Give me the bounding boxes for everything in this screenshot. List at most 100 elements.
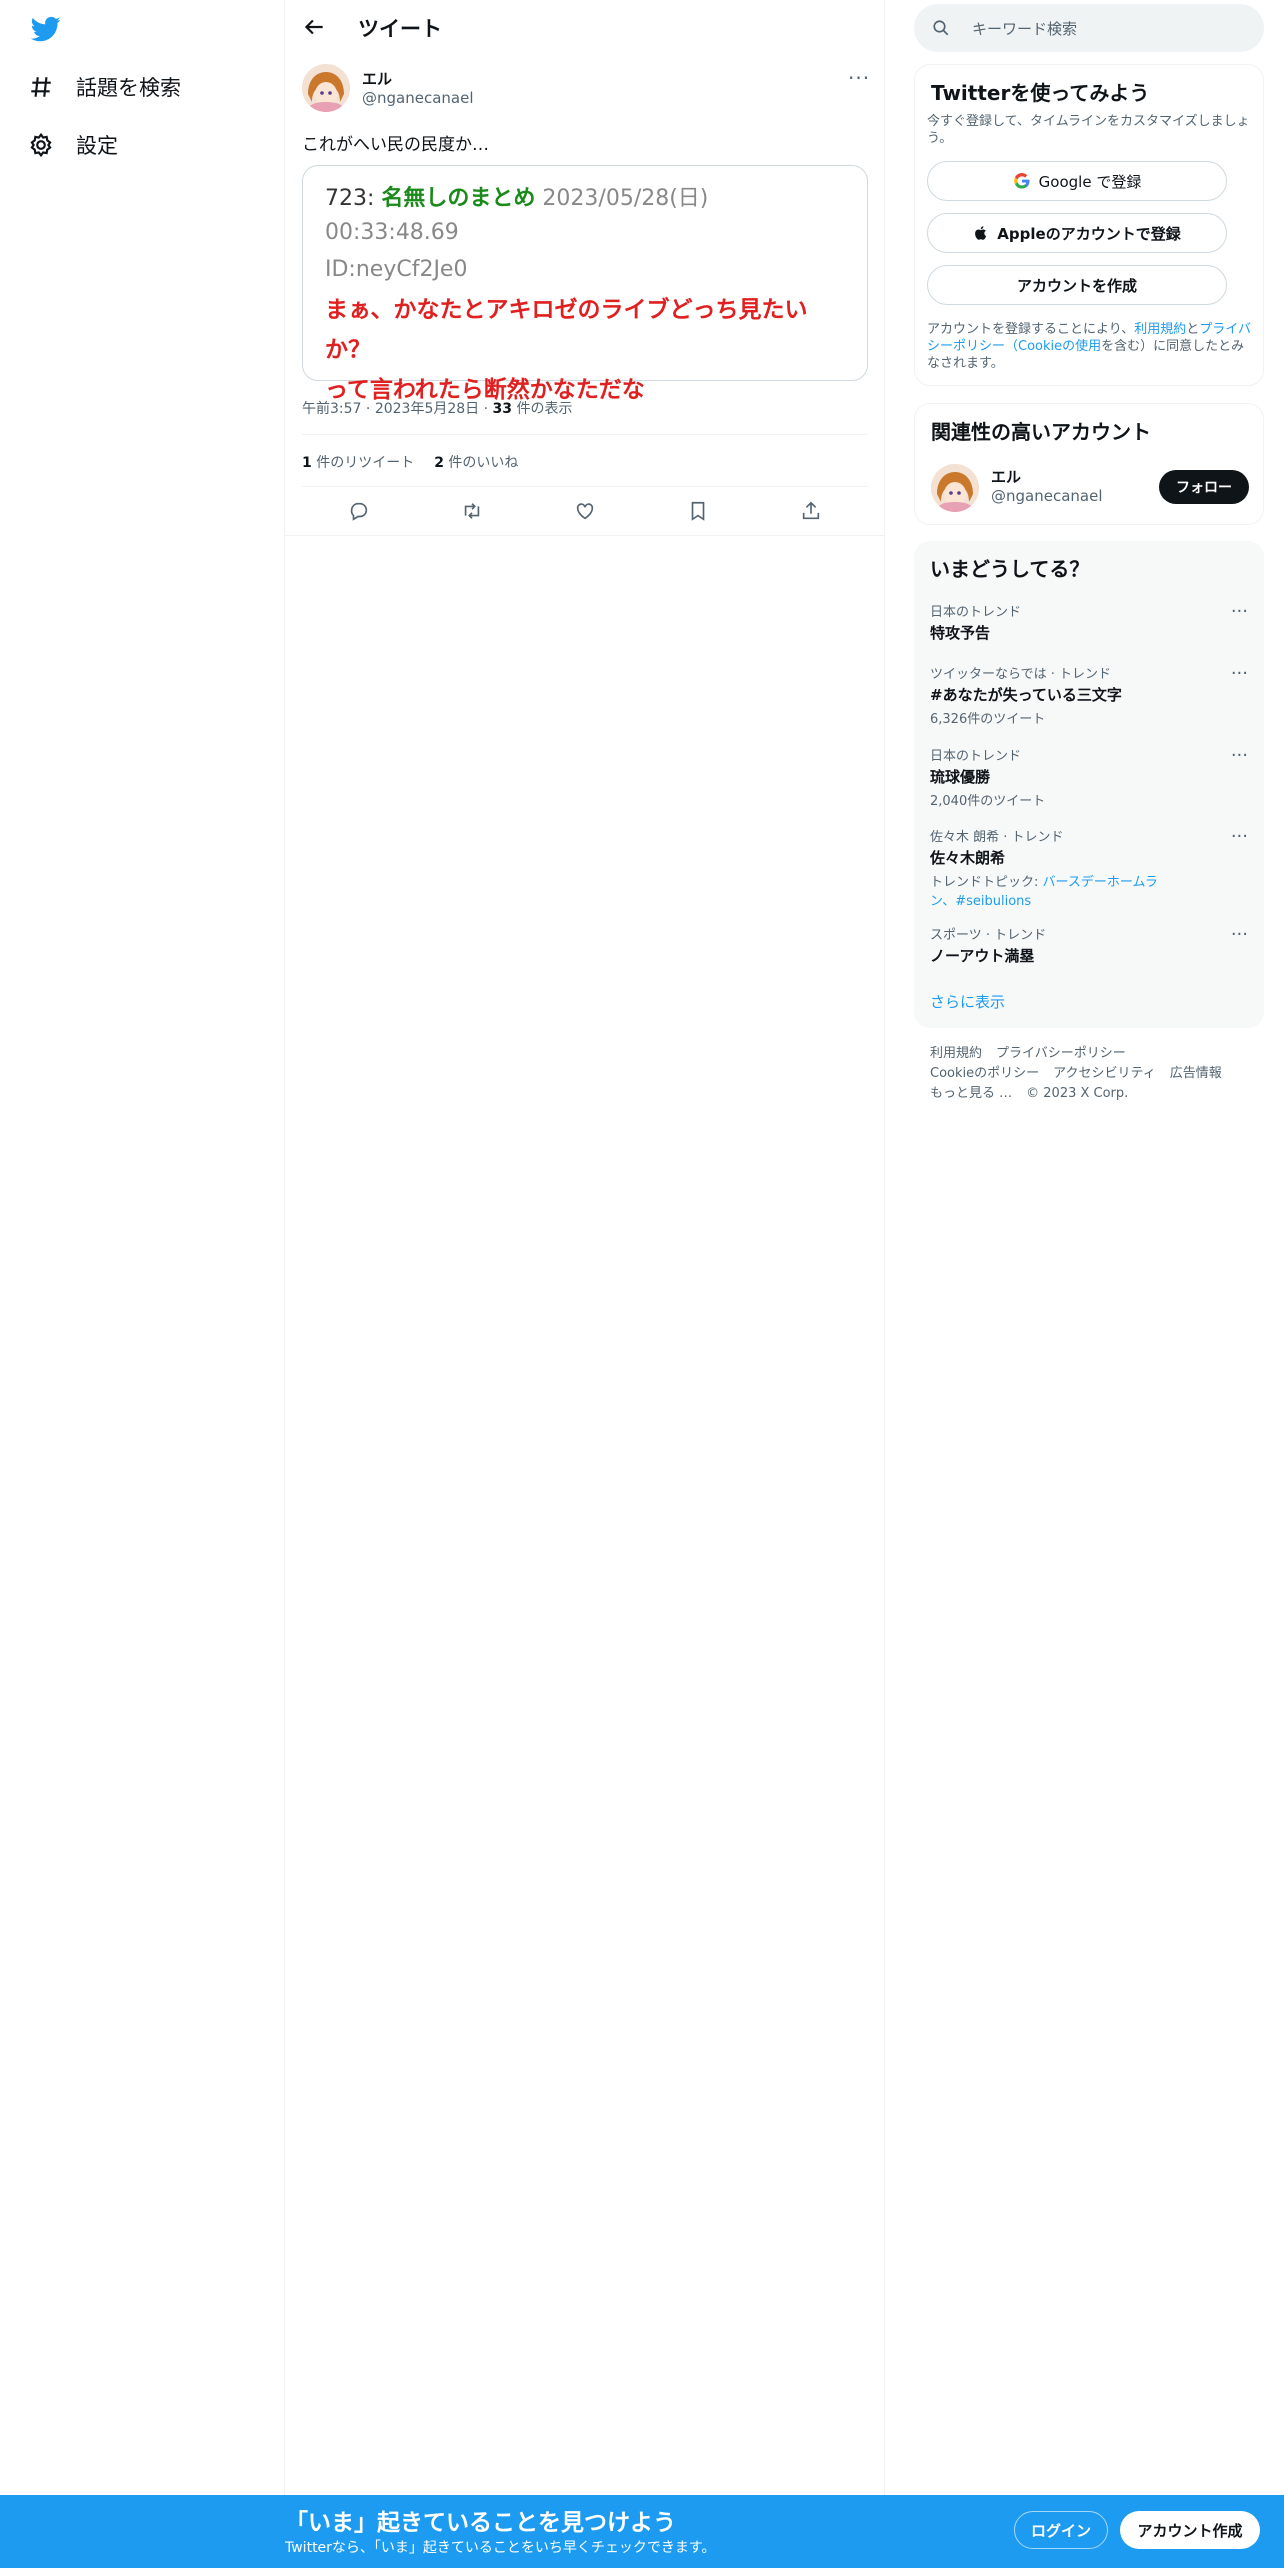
search-icon — [933, 20, 949, 36]
trends-title: いまどうしてる？ — [930, 557, 1090, 581]
trends-box: いまどうしてる？ 日本のトレンド 特攻予告 ··· ツイッターならでは · トレ… — [914, 541, 1264, 1028]
share-icon[interactable] — [800, 500, 822, 522]
terms-link[interactable]: 利用規約 — [1134, 322, 1186, 337]
signup-subtitle: 今すぐ登録して、タイムラインをカスタマイズしましょう。 — [927, 114, 1250, 146]
banner-subtitle: Twitterなら、「いま」起きていることをいち早くチェックできます。 — [285, 2540, 716, 2556]
main-column: ツイート エル @nganecanael ··· これがへい民の民度か… 723… — [285, 0, 885, 2568]
trend-topic: トレンドトピック: バースデーホームラン、#seibulions — [930, 871, 1170, 909]
retweets-stat[interactable]: 1 件のリツイート — [302, 452, 414, 472]
apple-signup-label: Appleのアカウントで登録 — [997, 224, 1181, 243]
retweet-icon[interactable] — [461, 500, 483, 522]
footer-link[interactable]: 利用規約 — [930, 1046, 982, 1061]
author-handle[interactable]: @nganecanael — [362, 89, 474, 107]
cookie-link[interactable]: Cookieの使用 — [1018, 339, 1101, 354]
views-label: 件の表示 — [516, 401, 573, 417]
terms-and: と — [1186, 322, 1200, 337]
footer-links: 利用規約 プライバシーポリシー Cookieのポリシー アクセシビリティ 広告情報 も… — [930, 1044, 1260, 1104]
signup-button[interactable]: アカウント作成 — [1120, 2511, 1260, 2549]
footer-link[interactable]: Cookieのポリシー — [930, 1066, 1039, 1081]
follow-button[interactable]: フォロー — [1159, 470, 1249, 504]
google-signup-button[interactable]: Google で登録 — [927, 161, 1227, 201]
trend-context: 佐々木 朗希 · トレンド — [930, 830, 1064, 845]
terms-text: アカウントを登録することにより、利用規約とプライバシーポリシー（Cookieの使… — [927, 321, 1252, 372]
reply-icon[interactable] — [348, 500, 370, 522]
more-options-icon[interactable]: ··· — [1231, 663, 1248, 684]
trend-item[interactable]: スポーツ · トレンド ノーアウト満塁 ··· — [930, 924, 1248, 966]
trend-context: 日本のトレンド — [930, 749, 1022, 764]
related-title: 関連性の高いアカウント — [931, 420, 1151, 444]
page-title: ツイート — [358, 17, 442, 41]
related-handle[interactable]: @nganecanael — [991, 487, 1103, 505]
related-accounts-box: 関連性の高いアカウント エル @nganecanael フォロー — [914, 403, 1264, 525]
tweet-actions — [302, 500, 868, 524]
likes-stat[interactable]: 2 件のいいね — [434, 452, 518, 472]
trend-name: 佐々木朗希 — [930, 849, 1006, 867]
card-post-number: 723: — [325, 186, 375, 211]
avatar[interactable] — [302, 64, 350, 112]
card-header-line: 723: 名無しのまとめ 2023/05/28(日) 00:33:48.69 — [325, 182, 845, 250]
banner-title: 「いま」起きていることを見つけよう — [285, 2510, 676, 2536]
more-options-icon[interactable]: ··· — [1231, 826, 1248, 847]
trend-item[interactable]: ツイッターならでは · トレンド #あなたが失っている三文字 6,326件のツイ… — [930, 663, 1248, 727]
trend-item[interactable]: 日本のトレンド 琉球優勝 2,040件のツイート ··· — [930, 745, 1248, 809]
google-icon — [1013, 173, 1030, 189]
footer-link[interactable]: もっと見る … — [930, 1086, 1012, 1101]
footer-link[interactable]: アクセシビリティ — [1053, 1066, 1156, 1081]
tweet-stats: 1 件のリツイート 2 件のいいね — [302, 452, 518, 472]
trend-item[interactable]: 日本のトレンド 特攻予告 ··· — [930, 601, 1248, 643]
show-more-link[interactable]: さらに表示 — [930, 991, 1005, 1012]
likes-label: 件のいいね — [448, 455, 519, 471]
tweet-date[interactable]: 2023年5月28日 — [375, 401, 479, 417]
related-name[interactable]: エル — [991, 466, 1021, 487]
nav-item-settings[interactable]: 設定 — [28, 130, 118, 160]
card-poster-name: 名無しのまとめ — [381, 186, 536, 211]
search-bar[interactable]: キーワード検索 — [914, 4, 1264, 52]
trend-item[interactable]: 佐々木 朗希 · トレンド 佐々木朗希 トレンドトピック: バースデーホームラン… — [930, 826, 1248, 909]
terms-prefix: アカウントを登録することにより、 — [927, 322, 1135, 337]
footer-link[interactable]: プライバシーポリシー — [996, 1046, 1126, 1061]
author-name[interactable]: エル — [362, 68, 392, 89]
signup-box: Twitterを使ってみよう 今すぐ登録して、タイムラインをカスタマイズしましょ… — [914, 64, 1264, 386]
nav-item-label: 話題を検索 — [76, 76, 181, 100]
nav-item-explore[interactable]: 話題を検索 — [28, 72, 181, 102]
divider — [302, 486, 868, 487]
like-icon[interactable] — [574, 500, 596, 522]
divider — [302, 434, 868, 435]
trend-context: スポーツ · トレンド — [930, 928, 1047, 943]
trend-name: ノーアウト満塁 — [930, 947, 1035, 965]
likes-count: 2 — [434, 455, 444, 471]
card-id: ID:neyCf2Je0 — [325, 257, 468, 282]
trend-count: 6,326件のツイート — [930, 712, 1046, 727]
hashtag-icon — [31, 77, 51, 97]
apple-signup-button[interactable]: Appleのアカウントで登録 — [927, 213, 1227, 253]
tweet-image-card[interactable]: 723: 名無しのまとめ 2023/05/28(日) 00:33:48.69 I… — [302, 165, 868, 403]
trend-context: 日本のトレンド — [930, 605, 1022, 620]
retweets-label: 件のリツイート — [316, 455, 415, 471]
trend-count: 2,040件のツイート — [930, 794, 1046, 809]
gear-icon — [30, 132, 52, 158]
back-arrow-icon[interactable] — [301, 14, 327, 40]
divider — [285, 535, 885, 536]
nav-item-label: 設定 — [76, 134, 118, 158]
more-options-icon[interactable]: ··· — [1231, 601, 1248, 622]
bookmark-icon[interactable] — [687, 500, 709, 522]
signup-title: Twitterを使ってみよう — [931, 81, 1150, 105]
tweet-header: ツイート — [285, 0, 885, 54]
footer-link[interactable]: 広告情報 — [1170, 1066, 1222, 1081]
trend-name: 特攻予告 — [930, 624, 991, 642]
tweet-meta: 午前3:57 · 2023年5月28日 · 33 件の表示 — [302, 401, 573, 417]
search-input[interactable]: キーワード検索 — [972, 18, 1077, 39]
cookie-paren: （ — [1005, 339, 1019, 354]
twitter-logo-icon[interactable] — [28, 14, 64, 44]
create-account-button[interactable]: アカウントを作成 — [927, 265, 1227, 305]
apple-icon — [975, 226, 987, 240]
more-options-icon[interactable]: ··· — [1231, 745, 1248, 766]
login-button[interactable]: ログイン — [1014, 2511, 1108, 2549]
create-account-label: アカウントを作成 — [1016, 276, 1137, 295]
google-signup-label: Google で登録 — [1038, 172, 1142, 191]
avatar[interactable] — [931, 464, 979, 512]
more-options-icon[interactable]: ··· — [1231, 924, 1248, 945]
more-options-icon[interactable]: ··· — [848, 66, 870, 90]
tweet-time[interactable]: 午前3:57 — [302, 401, 361, 417]
signup-banner: 「いま」起きていることを見つけよう Twitterなら、「いま」起きていることを… — [0, 2495, 1284, 2568]
